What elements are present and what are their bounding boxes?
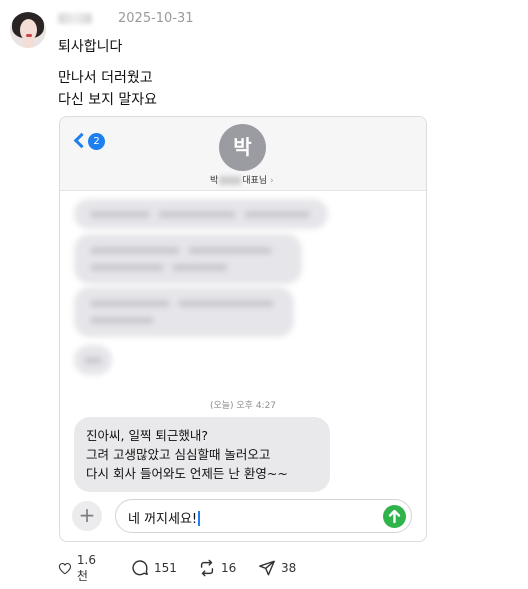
repost-count: 16 (221, 561, 237, 575)
repost-button[interactable]: 16 (198, 558, 236, 578)
attached-chat-screenshot[interactable]: 2 박 박 대표님 › (오늘) 오후 4:27 진아씨, 일찍 퇴근했내? 그려… (59, 116, 427, 542)
send-arrow-icon (383, 505, 406, 528)
post-text-line-2: 만나서 더러웠고 (58, 70, 153, 86)
post-date: 2025-10-31 (118, 11, 194, 26)
contact-name-redacted (219, 176, 242, 185)
share-button[interactable]: 38 (258, 558, 296, 578)
share-count: 38 (281, 561, 297, 575)
post-text-line-3: 다신 보지 말자요 (58, 92, 158, 108)
author-avatar[interactable] (10, 12, 46, 48)
message-input-field: 네 꺼지세요! (115, 499, 412, 533)
message-input-text: 네 꺼지세요! (128, 512, 198, 527)
plus-icon: + (72, 501, 102, 531)
reply-button[interactable]: 151 (131, 558, 177, 578)
message-timestamp: (오늘) 오후 4:27 (209, 401, 277, 411)
incoming-message-bubble: 진아씨, 일찍 퇴근했내? 그려 고생많았고 심심할때 놀러오고 다시 회사 들… (74, 417, 330, 492)
send-icon (259, 560, 275, 576)
post-text-line-1: 퇴사합니다 (58, 39, 123, 55)
repost-icon (200, 559, 214, 577)
like-button[interactable]: 1.6천 (58, 553, 100, 583)
unread-count-badge: 2 (88, 133, 105, 150)
incoming-message-line: 진아씨, 일찍 퇴근했내? (86, 428, 209, 443)
chat-header: 2 박 박 대표님 › (60, 117, 426, 191)
text-cursor (198, 511, 201, 526)
redacted-message-bubble (74, 199, 328, 229)
incoming-message-line: 그려 고생많았고 심심할때 놀러오고 (86, 447, 271, 462)
back-chevron-icon (73, 132, 90, 149)
like-count: 1.6천 (76, 552, 96, 583)
redacted-message-bubble (74, 287, 294, 337)
message-compose-bar: + 네 꺼지세요! (60, 493, 426, 541)
contact-avatar: 박 (219, 124, 266, 171)
redacted-typing-bubble (74, 345, 112, 375)
author-username-redacted[interactable] (58, 13, 92, 24)
heart-icon (58, 562, 72, 574)
thread-post: 2025-10-31 퇴사합니다 만나서 더러웠고 다신 보지 말자요 2 박 … (0, 0, 528, 589)
incoming-message-line: 다시 회사 들어와도 언제든 난 환영~~ (86, 466, 288, 481)
reply-count: 151 (154, 561, 177, 575)
contact-name-prefix: 박 (210, 176, 219, 186)
contact-chevron-icon: › (270, 176, 274, 186)
contact-name: 박 대표님 › (210, 173, 274, 186)
redacted-message-bubble (74, 234, 302, 284)
contact-name-suffix: 대표님 (242, 176, 268, 186)
comment-icon (132, 560, 148, 576)
